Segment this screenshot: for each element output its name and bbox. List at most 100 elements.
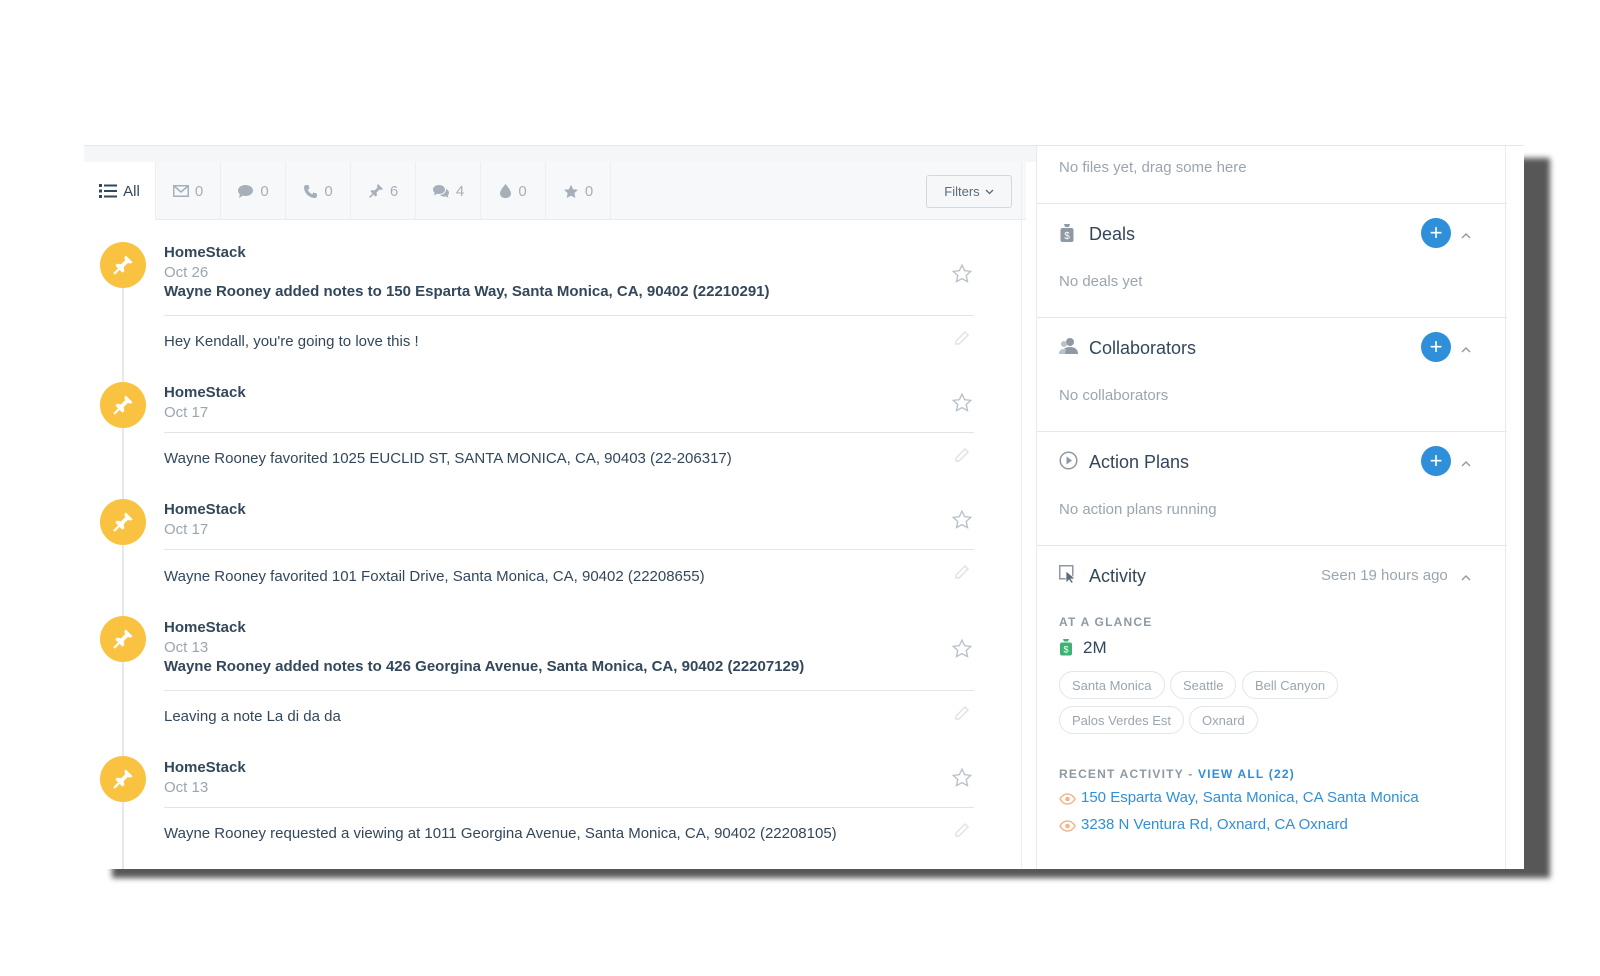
edit-note-button[interactable] (954, 330, 970, 351)
pin-icon (113, 769, 133, 789)
add-collaborator-button[interactable]: + (1421, 332, 1451, 362)
recent-activity-link[interactable]: 150 Esparta Way, Santa Monica, CA Santa … (1081, 789, 1419, 806)
pencil-icon (955, 330, 970, 345)
files-dropzone[interactable]: No files yet, drag some here (1059, 159, 1247, 176)
tab-count: 0 (584, 182, 594, 200)
drop-icon (500, 184, 512, 198)
edit-note-button[interactable] (954, 822, 970, 843)
star-outline-icon (951, 263, 973, 283)
activity-date: Oct 26 (164, 264, 209, 281)
timeline-panel: All 0 0 0 6 4 0 0 Filters HomeStack Oct … (84, 162, 1026, 869)
recent-activity-label: RECENT ACTIVITY - (1059, 767, 1198, 781)
action-plans-empty: No action plans running (1059, 501, 1217, 518)
location-chip[interactable]: Bell Canyon (1242, 671, 1339, 699)
activity-source: HomeStack (164, 244, 246, 261)
activity-filter-tabs: All 0 0 0 6 4 0 0 Filters (84, 162, 1026, 220)
tab-count: 6 (389, 182, 399, 200)
contact-timeline-window: All 0 0 0 6 4 0 0 Filters HomeStack Oct … (84, 145, 1524, 869)
homestack-pin-avatar (100, 382, 146, 428)
add-action-plan-button[interactable]: + (1421, 446, 1451, 476)
tab-label: All (123, 182, 140, 200)
divider (1037, 317, 1507, 318)
star-outline-icon (951, 638, 973, 658)
filters-dropdown[interactable]: Filters (926, 175, 1012, 208)
chevron-up-icon (1461, 347, 1471, 353)
chevron-up-icon (1461, 575, 1471, 581)
divider (164, 315, 974, 316)
pencil-icon (955, 447, 970, 462)
tab-messages[interactable]: 0 (221, 162, 286, 220)
collapse-deals-button[interactable] (1461, 226, 1471, 244)
cursor-icon (1059, 565, 1077, 589)
favorite-star-button[interactable] (951, 392, 973, 417)
homestack-pin-avatar (100, 499, 146, 545)
tab-conversations[interactable]: 4 (416, 162, 481, 220)
homestack-pin-avatar (100, 616, 146, 662)
location-chip[interactable]: Oxnard (1189, 706, 1258, 734)
eye-icon (1059, 819, 1076, 837)
star-outline-icon (951, 392, 973, 412)
chevron-down-icon (985, 189, 994, 194)
deals-icon: $ (1059, 223, 1075, 248)
pin-icon (368, 184, 383, 199)
tab-starred[interactable]: 0 (546, 162, 611, 220)
divider (1037, 203, 1507, 204)
star-icon (563, 184, 578, 198)
tab-drops[interactable]: 0 (481, 162, 546, 220)
location-chip[interactable]: Palos Verdes Est (1059, 706, 1184, 734)
location-chip[interactable]: Santa Monica (1059, 671, 1165, 699)
tab-count: 0 (194, 182, 204, 200)
add-deal-button[interactable]: + (1421, 218, 1451, 248)
activity-body: Leaving a note La di da da (164, 708, 341, 725)
tab-email[interactable]: 0 (156, 162, 221, 220)
tab-notes[interactable]: 6 (351, 162, 416, 220)
collaborators-title: Collaborators (1089, 338, 1197, 358)
activity-date: Oct 17 (164, 521, 209, 538)
top-strip (84, 146, 1036, 162)
collapse-collaborators-button[interactable] (1461, 340, 1471, 358)
activity-feed: HomeStack Oct 26 Wayne Rooney added note… (84, 220, 1026, 869)
activity-body: Wayne Rooney favorited 1025 EUCLID ST, S… (164, 450, 732, 467)
last-seen-text: Seen 19 hours ago (1321, 567, 1448, 584)
collapse-action-plans-button[interactable] (1461, 454, 1471, 472)
view-all-link[interactable]: VIEW ALL (22) (1198, 767, 1295, 781)
favorite-star-button[interactable] (951, 263, 973, 288)
collaborators-icon (1059, 337, 1079, 360)
activity-date: Oct 13 (164, 639, 209, 656)
tab-count: 0 (260, 182, 269, 200)
favorite-star-button[interactable] (951, 509, 973, 534)
panel-separator (1021, 162, 1022, 869)
favorite-star-button[interactable] (951, 767, 973, 792)
chat-icon (238, 184, 254, 198)
phone-icon (304, 184, 318, 198)
email-icon (172, 185, 189, 197)
tab-count: 0 (324, 182, 333, 200)
location-chip[interactable]: Seattle (1170, 671, 1237, 699)
star-outline-icon (951, 767, 973, 787)
activity-source: HomeStack (164, 384, 246, 401)
tab-calls[interactable]: 0 (286, 162, 351, 220)
deals-title: Deals (1089, 224, 1136, 244)
divider (1037, 545, 1507, 546)
edit-note-button[interactable] (954, 705, 970, 726)
favorite-star-button[interactable] (951, 638, 973, 663)
edit-note-button[interactable] (954, 564, 970, 585)
activity-headline: Wayne Rooney added notes to 150 Esparta … (164, 283, 770, 300)
divider (164, 432, 974, 433)
pin-icon (113, 629, 133, 649)
divider (164, 690, 974, 691)
pin-icon (113, 255, 133, 275)
price-tag-icon: $ (1059, 638, 1073, 661)
activity-body: Wayne Rooney requested a viewing at 1011… (164, 825, 837, 842)
activity-source: HomeStack (164, 501, 246, 518)
pencil-icon (955, 705, 970, 720)
chevron-up-icon (1461, 461, 1471, 467)
tab-all[interactable]: All (84, 162, 156, 220)
collapse-activity-button[interactable] (1461, 568, 1471, 586)
edit-note-button[interactable] (954, 447, 970, 468)
activity-source: HomeStack (164, 759, 246, 776)
activity-title: Activity (1089, 566, 1147, 586)
recent-activity-link[interactable]: 3238 N Ventura Rd, Oxnard, CA Oxnard (1081, 816, 1348, 833)
contact-sidebar: No files yet, drag some here $ Deals + N… (1036, 146, 1507, 869)
pin-icon (113, 512, 133, 532)
